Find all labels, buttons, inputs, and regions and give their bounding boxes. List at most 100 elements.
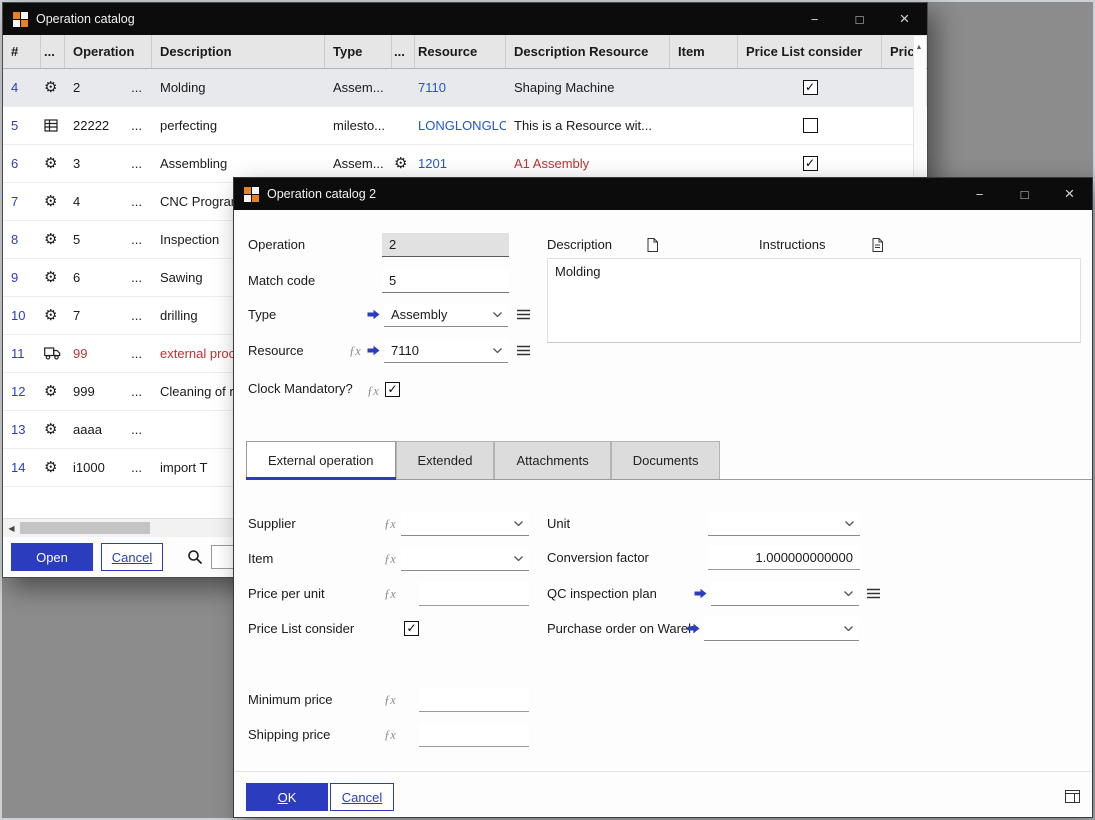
cell-operation: 3...	[65, 145, 152, 182]
shipping-price-label: Shipping price	[248, 723, 330, 747]
footer-divider	[234, 771, 1092, 772]
resource-select[interactable]: 7110	[384, 339, 508, 363]
col-header-icon[interactable]: ...	[41, 35, 65, 68]
operation-field[interactable]: 2	[382, 233, 509, 257]
row-number: 13	[3, 411, 41, 448]
open-button[interactable]: Open	[11, 543, 93, 571]
supplier-label: Supplier	[248, 512, 296, 536]
tab-documents[interactable]: Documents	[611, 441, 721, 479]
type-list-icon[interactable]	[517, 309, 530, 320]
minimize-icon[interactable]: −	[957, 178, 1002, 210]
ok-button[interactable]: OK	[246, 783, 328, 811]
ellipsis-lookup[interactable]: ...	[131, 384, 142, 399]
tab-external-operation[interactable]: External operation	[246, 441, 396, 479]
goto-arrow-icon[interactable]	[687, 623, 700, 634]
cell-description-resource: This is a Resource wit...	[506, 107, 670, 144]
col-header-type[interactable]: Type	[325, 35, 392, 68]
ellipsis-lookup[interactable]: ...	[131, 308, 142, 323]
cell-description: perfecting	[152, 107, 325, 144]
shipping-price-input[interactable]	[419, 723, 529, 747]
scroll-left-icon[interactable]: ◀	[3, 519, 20, 537]
price-list-checkbox[interactable]	[803, 156, 818, 171]
ellipsis-lookup[interactable]: ...	[131, 422, 142, 437]
cell-operation: 6...	[65, 259, 152, 296]
qc-list-icon[interactable]	[867, 588, 880, 599]
match-code-field[interactable]: 5	[382, 269, 509, 293]
description-textarea[interactable]: Molding	[547, 258, 1081, 343]
col-header-operation[interactable]: Operation	[65, 35, 152, 68]
item-select[interactable]	[401, 547, 529, 571]
ellipsis-lookup[interactable]: ...	[131, 194, 142, 209]
window-controls: − □ ×	[957, 178, 1092, 210]
conversion-factor-field[interactable]: 1.000000000000	[708, 546, 860, 570]
ellipsis-lookup[interactable]: ...	[131, 118, 142, 133]
row-number: 14	[3, 449, 41, 486]
operation-value: 999	[73, 384, 95, 399]
description-doc-icon[interactable]	[647, 238, 658, 252]
purchase-order-select[interactable]	[704, 617, 859, 641]
col-header-item[interactable]: Item	[670, 35, 738, 68]
cell-description-resource: Shaping Machine	[506, 69, 670, 106]
goto-arrow-icon[interactable]	[694, 588, 707, 599]
price-list-consider-checkbox[interactable]	[404, 621, 419, 636]
scroll-up-icon[interactable]: ▲	[913, 40, 925, 54]
ellipsis-lookup[interactable]: ...	[131, 460, 142, 475]
supplier-select[interactable]	[401, 512, 529, 536]
qc-inspection-plan-select[interactable]	[711, 582, 859, 606]
minimum-price-input[interactable]	[419, 688, 529, 712]
table-row[interactable]: 4 ⚙ 2... Molding Assem... 7110 Shaping M…	[3, 69, 927, 107]
price-list-checkbox[interactable]	[803, 118, 818, 133]
gear-icon: ⚙	[41, 69, 65, 106]
goto-arrow-icon[interactable]	[367, 345, 380, 356]
cell-type: Assem...	[325, 69, 392, 106]
ellipsis-lookup[interactable]: ...	[131, 270, 142, 285]
app-icon	[244, 187, 259, 202]
maximize-icon[interactable]: □	[1002, 178, 1047, 210]
minimize-icon[interactable]: −	[792, 3, 837, 35]
fx-icon: ƒx	[384, 692, 396, 708]
goto-arrow-icon[interactable]	[367, 309, 380, 320]
clock-mandatory-checkbox[interactable]	[385, 382, 400, 397]
fx-icon: ƒx	[384, 727, 396, 743]
cell-resource-icon	[392, 107, 415, 144]
catalog-cancel-button[interactable]: Cancel	[101, 543, 163, 571]
ellipsis-lookup[interactable]: ...	[131, 156, 142, 171]
ellipsis-lookup[interactable]: ...	[131, 80, 142, 95]
type-select[interactable]: Assembly	[384, 303, 508, 327]
col-header-resource[interactable]: Resource	[415, 35, 506, 68]
col-header-price-list-consider[interactable]: Price List consider	[738, 35, 882, 68]
desktop: Operation catalog − □ × # ... Operation …	[0, 0, 1095, 820]
instructions-doc-icon[interactable]	[872, 238, 883, 252]
maximize-icon[interactable]: □	[837, 3, 882, 35]
operation-dialog-window: Operation catalog 2 − □ × Operation 2 Ma…	[233, 177, 1093, 818]
form-view-icon[interactable]	[1065, 790, 1080, 803]
resource-value: 7110	[391, 343, 419, 358]
resource-list-icon[interactable]	[517, 345, 530, 356]
scrollbar-thumb[interactable]	[20, 522, 150, 534]
price-list-checkbox[interactable]	[803, 80, 818, 95]
close-icon[interactable]: ×	[1047, 178, 1092, 210]
catalog-titlebar: Operation catalog − □ ×	[3, 3, 927, 35]
cell-operation: aaaa...	[65, 411, 152, 448]
ellipsis-lookup[interactable]: ...	[131, 346, 142, 361]
price-per-unit-input[interactable]	[419, 582, 529, 606]
unit-select[interactable]	[708, 512, 860, 536]
cell-operation: 5...	[65, 221, 152, 258]
ellipsis-lookup[interactable]: ...	[131, 232, 142, 247]
operation-value: 4	[73, 194, 80, 209]
tab-attachments[interactable]: Attachments	[494, 441, 610, 479]
purchase-order-label: Purchase order on Wareh	[547, 617, 695, 641]
cell-operation: 99...	[65, 335, 152, 372]
col-header-description[interactable]: Description	[152, 35, 325, 68]
fx-icon: ƒx	[384, 516, 396, 532]
conversion-factor-value: 1.000000000000	[755, 550, 853, 565]
table-row[interactable]: 5 22222... perfecting milesto... LONGLON…	[3, 107, 927, 145]
operation-value: 22222	[73, 118, 109, 133]
col-header-resource-icon[interactable]: ...	[392, 35, 415, 68]
match-code-label: Match code	[248, 269, 315, 293]
col-header-description-resource[interactable]: Description Resource	[506, 35, 670, 68]
tab-extended[interactable]: Extended	[396, 441, 495, 479]
dialog-cancel-button[interactable]: Cancel	[330, 783, 394, 811]
close-icon[interactable]: ×	[882, 3, 927, 35]
col-header-num[interactable]: #	[3, 35, 41, 68]
